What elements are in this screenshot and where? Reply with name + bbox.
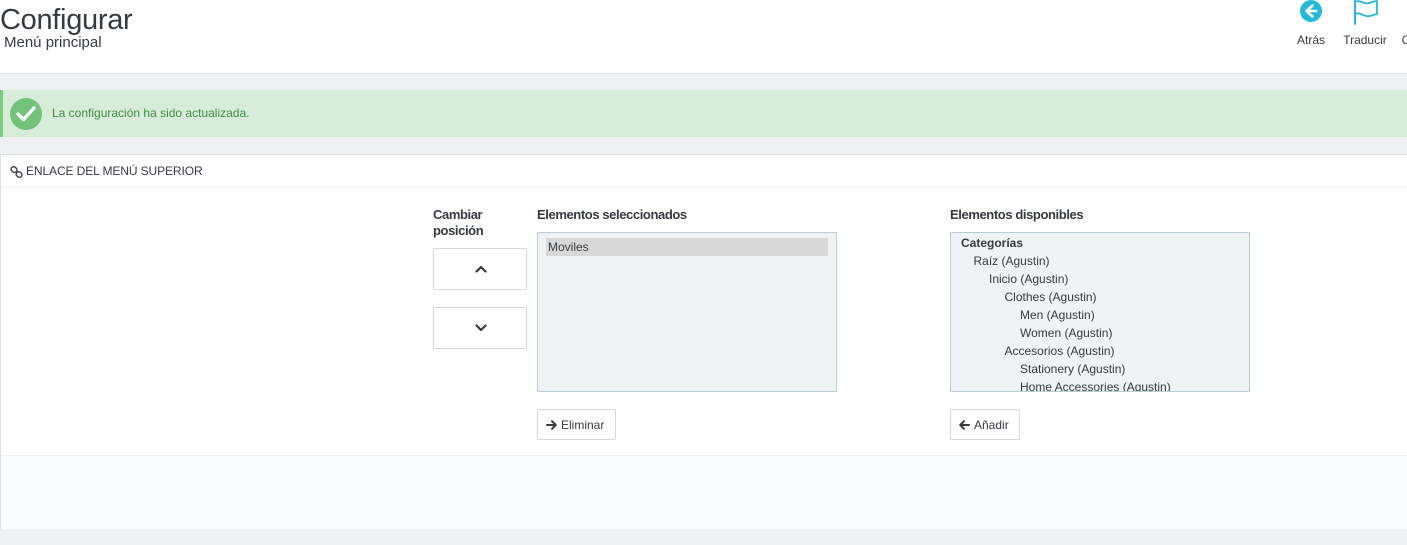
available-list-option[interactable]: Home Accessories (Agustin) [951, 378, 1249, 391]
available-list-option[interactable]: Women (Agustin) [951, 324, 1249, 342]
chevron-down-icon [475, 324, 487, 332]
alert-message: La configuración ha sido actualizada. [52, 106, 250, 120]
arrow-left-circle-icon [1297, 0, 1325, 28]
flag-icon [1351, 0, 1379, 28]
selected-items-listbox[interactable]: Moviles [537, 232, 837, 392]
success-alert: La configuración ha sido actualizada. [0, 90, 1407, 137]
available-items-listbox[interactable]: Categorías Raíz (Agustin) Inicio (Agustin… [950, 232, 1250, 392]
arrow-left-icon [959, 419, 970, 430]
menu-link-panel: Enlace del menú superior Cambiar posició… [0, 154, 1407, 529]
available-list-option[interactable]: Men (Agustin) [951, 306, 1249, 324]
change-position-label: Cambiar posición [433, 207, 484, 238]
move-up-button[interactable] [433, 248, 527, 290]
chevron-up-icon [475, 265, 487, 273]
category-group-label: Categorías [961, 236, 1024, 250]
remove-button-label: Eliminar [561, 417, 605, 432]
translate-button[interactable]: Traducir [1338, 0, 1392, 52]
translate-label: Traducir [1343, 33, 1387, 47]
back-button[interactable]: Atrás [1293, 0, 1329, 52]
page-title: Configurar [0, 4, 133, 36]
available-list-option[interactable]: Stationery (Agustin) [951, 360, 1249, 378]
toolbar-button-truncated[interactable]: C [1401, 0, 1407, 52]
available-list-option[interactable]: Accesorios (Agustin) [951, 342, 1249, 360]
back-label: Atrás [1296, 33, 1325, 47]
panel-heading: Enlace del menú superior [1, 155, 1407, 188]
available-list-option[interactable]: Raíz (Agustin) [951, 252, 1249, 270]
link-icon [10, 165, 23, 183]
truncated-label: C [1401, 33, 1407, 47]
selected-items-label: Elementos seleccionados [537, 207, 687, 222]
page-subtitle: Menú principal [4, 34, 102, 51]
page-header: Configurar Menú principal Atrás Traducir… [0, 0, 1407, 74]
add-button[interactable]: Añadir [950, 409, 1020, 440]
move-down-button[interactable] [433, 307, 527, 349]
arrow-right-icon [546, 419, 557, 430]
remove-button[interactable]: Eliminar [537, 409, 616, 440]
truncated-icon [1401, 0, 1407, 28]
selected-list-option[interactable]: Moviles [546, 238, 828, 256]
check-circle-icon [10, 98, 42, 130]
add-button-label: Añadir [974, 417, 1009, 432]
available-list-option[interactable]: Inicio (Agustin) [951, 270, 1249, 288]
available-items-label: Elementos disponibles [950, 207, 1084, 222]
available-list-option[interactable]: Clothes (Agustin) [951, 288, 1249, 306]
panel-footer [1, 455, 1407, 529]
panel-title: Enlace del menú superior [26, 164, 203, 178]
